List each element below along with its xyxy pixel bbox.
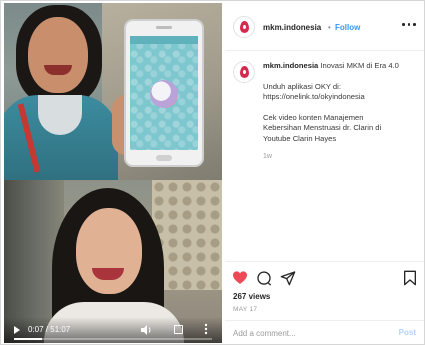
caption-line: Youtube Clarin Hayes bbox=[263, 133, 337, 143]
caption-username[interactable]: mkm.indonesia bbox=[263, 61, 318, 70]
header-username[interactable]: mkm.indonesia bbox=[263, 23, 321, 32]
caption-age: 1w bbox=[263, 153, 272, 160]
caption-link: https://onelink.to/okyindonesia bbox=[263, 92, 365, 101]
smartphone bbox=[124, 19, 204, 167]
heart-icon[interactable] bbox=[232, 270, 248, 286]
video-progress-bar[interactable] bbox=[14, 338, 212, 340]
post-frame: 0:07 / 51:07 mkm.indonesia • Follow mkm.… bbox=[0, 0, 425, 345]
separator-dot: • bbox=[328, 23, 331, 32]
oky-app-logo bbox=[150, 80, 178, 108]
phone-status-bar bbox=[130, 36, 198, 44]
caption-title: Inovasi MKM di Era 4.0 bbox=[320, 61, 399, 70]
comment-input[interactable] bbox=[233, 327, 383, 339]
mkm-logo-icon bbox=[240, 66, 249, 78]
post-actions: 267 views MAY 17 Post bbox=[225, 261, 424, 343]
post-header: mkm.indonesia • Follow bbox=[225, 3, 424, 51]
play-icon[interactable] bbox=[14, 326, 20, 334]
post-media[interactable]: 0:07 / 51:07 bbox=[4, 3, 222, 343]
phone-speaker bbox=[156, 26, 172, 29]
more-options-icon[interactable] bbox=[402, 20, 416, 28]
fullscreen-icon[interactable] bbox=[174, 325, 183, 334]
caption-line: Unduh aplikasi OKY di: bbox=[263, 81, 341, 91]
post-details-panel: mkm.indonesia • Follow mkm.indonesia Ino… bbox=[225, 3, 424, 343]
video-more-icon[interactable] bbox=[204, 323, 208, 335]
speaker-face bbox=[76, 208, 142, 294]
comment-icon[interactable] bbox=[256, 270, 272, 286]
caption-avatar[interactable] bbox=[233, 61, 255, 83]
caption-line: Cek video konten Manajemen bbox=[263, 112, 364, 122]
bottom-video-frame: 0:07 / 51:07 bbox=[4, 180, 222, 343]
comment-box: Post bbox=[225, 320, 424, 344]
caption-line: Kebersihan Menstruasi dr. Clarin di bbox=[263, 123, 382, 132]
video-time: 0:07 / 51:07 bbox=[28, 325, 71, 334]
video-controls: 0:07 / 51:07 bbox=[4, 317, 222, 343]
view-count[interactable]: 267 views bbox=[233, 292, 270, 301]
video-progress-fill bbox=[14, 338, 42, 340]
top-video-frame bbox=[4, 3, 222, 180]
bookmark-icon[interactable] bbox=[403, 270, 417, 286]
mkm-logo-icon bbox=[240, 21, 249, 33]
volume-icon[interactable] bbox=[141, 325, 153, 335]
caption-text: mkm.indonesia Inovasi MKM di Era 4.0 Und… bbox=[263, 61, 418, 163]
follow-button[interactable]: Follow bbox=[335, 23, 360, 32]
avatar[interactable] bbox=[233, 16, 255, 38]
post-comment-button[interactable]: Post bbox=[399, 328, 416, 337]
share-icon[interactable] bbox=[280, 270, 296, 286]
woman-face bbox=[28, 17, 88, 93]
post-date: MAY 17 bbox=[233, 306, 258, 313]
phone-home-button bbox=[156, 155, 172, 161]
phone-screen bbox=[130, 36, 198, 150]
post-caption: mkm.indonesia Inovasi MKM di Era 4.0 Und… bbox=[225, 51, 424, 261]
